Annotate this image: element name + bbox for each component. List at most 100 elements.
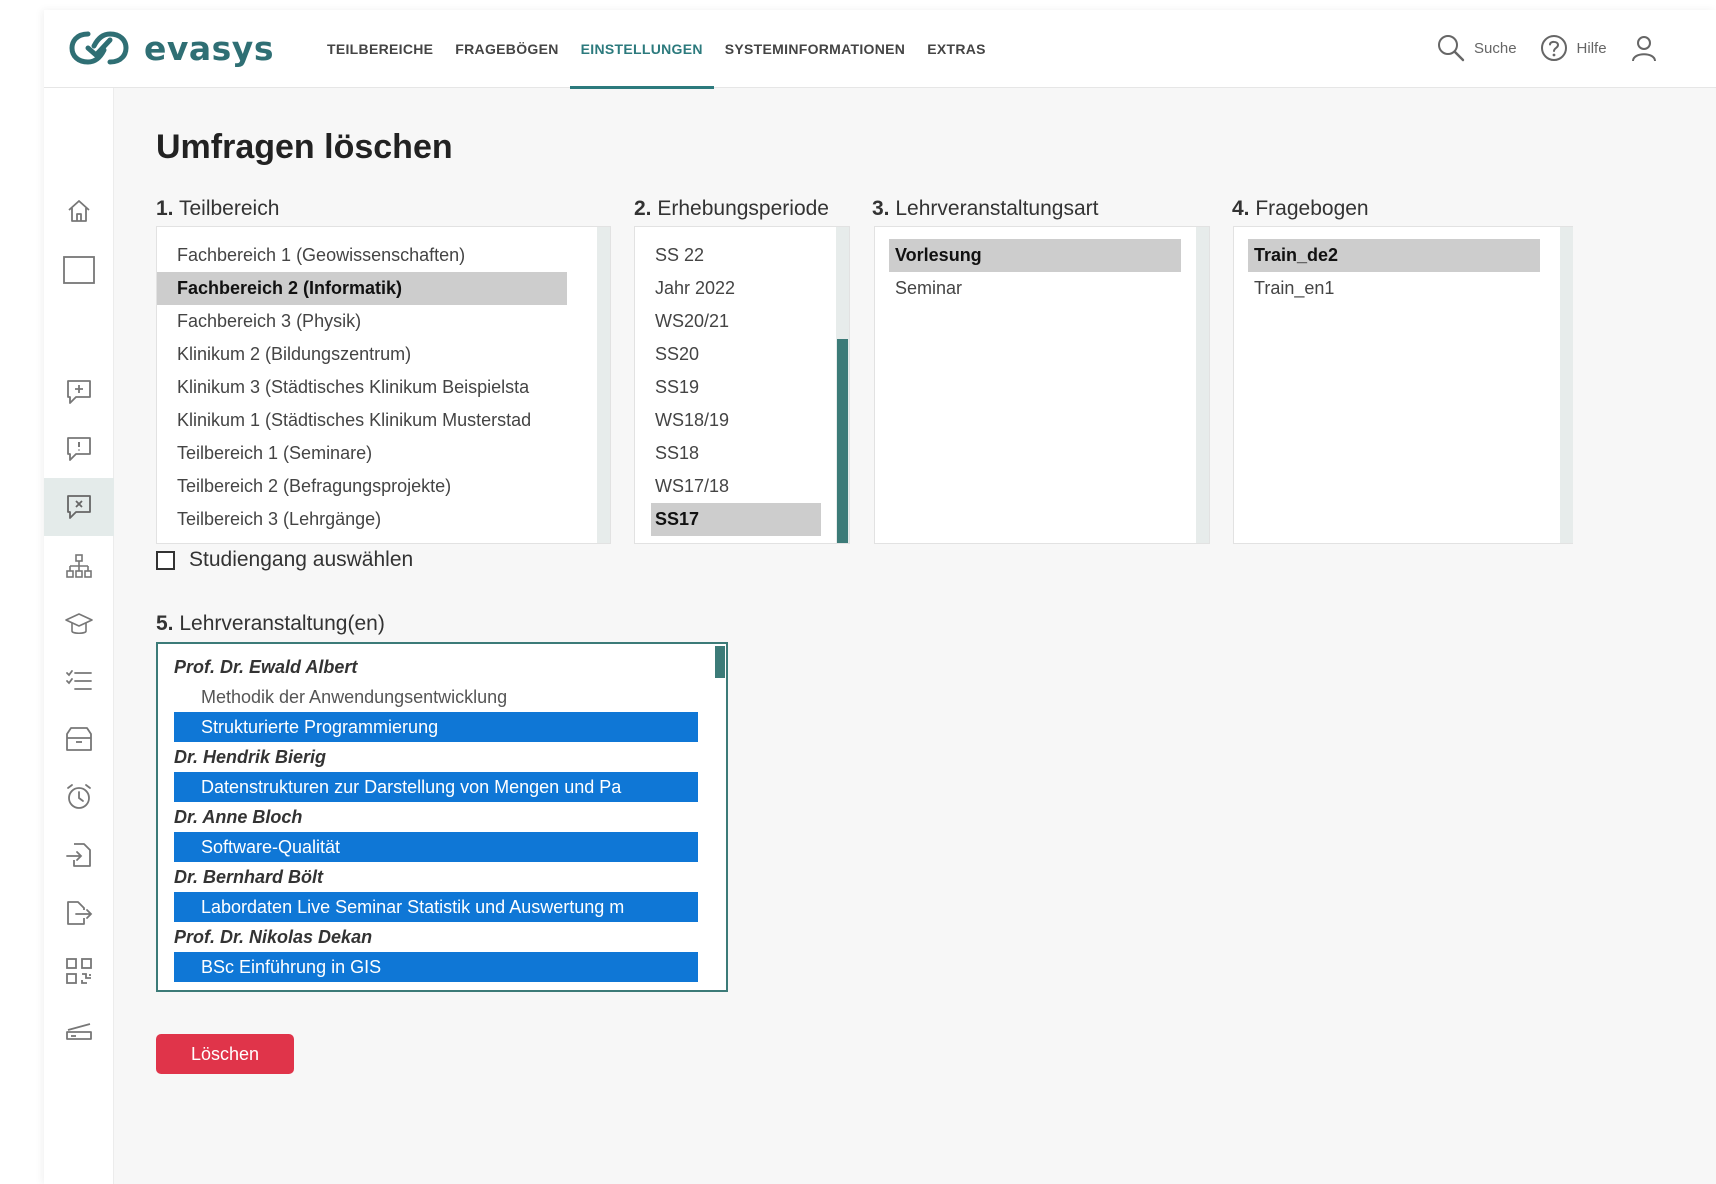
teilbereich-scrollbar[interactable] — [597, 227, 610, 543]
top-bar: evasys TEILBEREICHE FRAGEBÖGEN EINSTELLU… — [44, 10, 1716, 89]
erhebungsperiode-listbox[interactable]: SS 22 Jahr 2022 WS20/21 SS20 SS19 WS18/1… — [634, 226, 850, 544]
fragebogen-options: Train_de2 Train_en1 — [1234, 227, 1554, 305]
delete-button[interactable]: Löschen — [156, 1034, 294, 1074]
help-link[interactable]: Hilfe — [1539, 33, 1607, 63]
icon-sidebar — [44, 88, 114, 1184]
teilbereich-option-selected[interactable]: Fachbereich 2 (Informatik) — [157, 272, 567, 305]
period-option[interactable]: SS19 — [635, 371, 823, 404]
teilbereich-option[interactable]: Teilbereich 3 (Lehrgänge) — [157, 503, 587, 536]
course-option[interactable]: Methodik der Anwendungsentwicklung — [174, 682, 698, 712]
teilbereich-option[interactable]: Klinikum 2 (Bildungszentrum) — [157, 338, 587, 371]
lvart-scrollbar[interactable] — [1196, 227, 1209, 543]
graduation-icon[interactable] — [44, 596, 114, 654]
archive-icon[interactable] — [44, 710, 114, 768]
hierarchy-icon[interactable] — [44, 538, 114, 596]
main-nav: TEILBEREICHE FRAGEBÖGEN EINSTELLUNGEN SY… — [316, 10, 997, 89]
period-option[interactable]: SS20 — [635, 338, 823, 371]
period-option[interactable]: WS18/19 — [635, 404, 823, 437]
alarm-icon[interactable] — [44, 768, 114, 826]
scanner-icon[interactable] — [44, 1000, 114, 1058]
nav-teilbereiche[interactable]: TEILBEREICHE — [316, 10, 444, 88]
nav-frageboegen[interactable]: FRAGEBÖGEN — [444, 10, 569, 88]
course-option-selected[interactable]: BSc Einführung in GIS — [174, 952, 698, 982]
erhebungsperiode-options: SS 22 Jahr 2022 WS20/21 SS20 SS19 WS18/1… — [635, 227, 823, 536]
fragebogen-option[interactable]: Train_en1 — [1248, 272, 1554, 305]
lv-label-text: Lehrveranstaltung(en) — [179, 612, 385, 635]
teilbereich-label-text: Teilbereich — [178, 197, 280, 220]
teilbereich-label: 1. Teilbereich — [156, 197, 279, 221]
lv-options: Prof. Dr. Ewald Albert Methodik der Anwe… — [174, 652, 698, 982]
lv-num: 5. — [156, 612, 174, 635]
erhebungsperiode-label: 2. Erhebungsperiode — [634, 197, 829, 221]
lvart-option-selected[interactable]: Vorlesung — [889, 239, 1181, 272]
teilbereich-options: Fachbereich 1 (Geowissenschaften) Fachbe… — [157, 227, 587, 536]
qr-icon[interactable] — [44, 942, 114, 1000]
lvart-option[interactable]: Seminar — [889, 272, 1181, 305]
period-option[interactable]: Jahr 2022 — [635, 272, 823, 305]
lv-scrollbar-thumb[interactable] — [715, 646, 725, 678]
lehrveranstaltungen-listbox[interactable]: Prof. Dr. Ewald Albert Methodik der Anwe… — [156, 642, 728, 992]
lvart-options: Vorlesung Seminar — [875, 227, 1181, 305]
period-scrollbar-thumb[interactable] — [837, 339, 848, 543]
fragebogen-label-text: Fragebogen — [1255, 197, 1369, 220]
course-option-selected[interactable]: Strukturierte Programmierung — [174, 712, 698, 742]
teilbereich-option[interactable]: Klinikum 3 (Städtisches Klinikum Beispie… — [157, 371, 587, 404]
checklist-icon[interactable] — [44, 652, 114, 710]
header-actions: Suche Hilfe — [1436, 28, 1659, 68]
survey-delete-icon[interactable] — [44, 478, 114, 536]
lecturer-group-header: Dr. Bernhard Bölt — [174, 867, 324, 887]
lehrveranstaltungen-label: 5. Lehrveranstaltung(en) — [156, 612, 385, 636]
teilbereich-listbox[interactable]: Fachbereich 1 (Geowissenschaften) Fachbe… — [156, 226, 611, 544]
app-window: evasys TEILBEREICHE FRAGEBÖGEN EINSTELLU… — [44, 10, 1716, 1184]
period-option[interactable]: SS 22 — [635, 239, 823, 272]
nav-einstellungen[interactable]: EINSTELLUNGEN — [569, 10, 714, 89]
period-option[interactable]: SS18 — [635, 437, 823, 470]
erhebungsperiode-num: 2. — [634, 197, 652, 220]
import-icon[interactable] — [44, 826, 114, 884]
teilbereich-option[interactable]: Teilbereich 1 (Seminare) — [157, 437, 587, 470]
user-menu[interactable] — [1629, 33, 1659, 63]
export-icon[interactable] — [44, 884, 114, 942]
period-option-selected[interactable]: SS17 — [651, 503, 821, 536]
course-option-selected[interactable]: Labordaten Live Seminar Statistik und Au… — [174, 892, 698, 922]
home-icon[interactable] — [44, 182, 114, 240]
logo-text: evasys — [144, 28, 274, 68]
teilbereich-option[interactable]: Fachbereich 1 (Geowissenschaften) — [157, 239, 587, 272]
course-option-selected[interactable]: Software-Qualität — [174, 832, 698, 862]
teilbereich-option[interactable]: Klinikum 1 (Städtisches Klinikum Musters… — [157, 404, 587, 437]
search-link[interactable]: Suche — [1436, 33, 1517, 63]
nav-extras[interactable]: EXTRAS — [916, 10, 997, 88]
nav-systeminformationen[interactable]: SYSTEMINFORMATIONEN — [714, 10, 916, 88]
teilbereich-num: 1. — [156, 197, 174, 220]
survey-info-icon[interactable] — [44, 420, 114, 478]
erhebungsperiode-label-text: Erhebungsperiode — [657, 197, 829, 220]
window-icon[interactable] — [44, 241, 114, 299]
evasys-logo-icon — [68, 28, 130, 68]
survey-add-icon[interactable] — [44, 363, 114, 421]
course-option-selected[interactable]: Datenstrukturen zur Darstellung von Meng… — [174, 772, 698, 802]
lecturer-group-header: Dr. Hendrik Bierig — [174, 747, 327, 767]
studiengang-row: Studiengang auswählen — [156, 548, 413, 572]
page-title: Umfragen löschen — [156, 128, 453, 166]
studiengang-label[interactable]: Studiengang auswählen — [189, 548, 413, 572]
teilbereich-option[interactable]: Teilbereich 2 (Befragungsprojekte) — [157, 470, 587, 503]
logo[interactable]: evasys — [68, 26, 274, 70]
help-label: Hilfe — [1576, 39, 1607, 57]
help-icon — [1539, 33, 1569, 63]
studiengang-checkbox[interactable] — [156, 550, 175, 570]
search-icon — [1436, 33, 1466, 63]
lecturer-group-header: Prof. Dr. Ewald Albert — [174, 657, 358, 677]
teilbereich-option[interactable]: Fachbereich 3 (Physik) — [157, 305, 587, 338]
period-scrollbar[interactable] — [836, 227, 849, 543]
lecturer-group-header: Dr. Anne Bloch — [174, 807, 303, 827]
fragebogen-scrollbar[interactable] — [1560, 227, 1573, 543]
lehrveranstaltungsart-listbox[interactable]: Vorlesung Seminar — [874, 226, 1210, 544]
lv-scrollbar[interactable] — [714, 644, 726, 990]
lvart-label-text: Lehrveranstaltungsart — [895, 197, 1099, 220]
fragebogen-option-selected[interactable]: Train_de2 — [1248, 239, 1540, 272]
fragebogen-label: 4. Fragebogen — [1232, 197, 1369, 221]
period-option[interactable]: WS17/18 — [635, 470, 823, 503]
fragebogen-num: 4. — [1232, 197, 1250, 220]
period-option[interactable]: WS20/21 — [635, 305, 823, 338]
fragebogen-listbox[interactable]: Train_de2 Train_en1 — [1233, 226, 1573, 544]
